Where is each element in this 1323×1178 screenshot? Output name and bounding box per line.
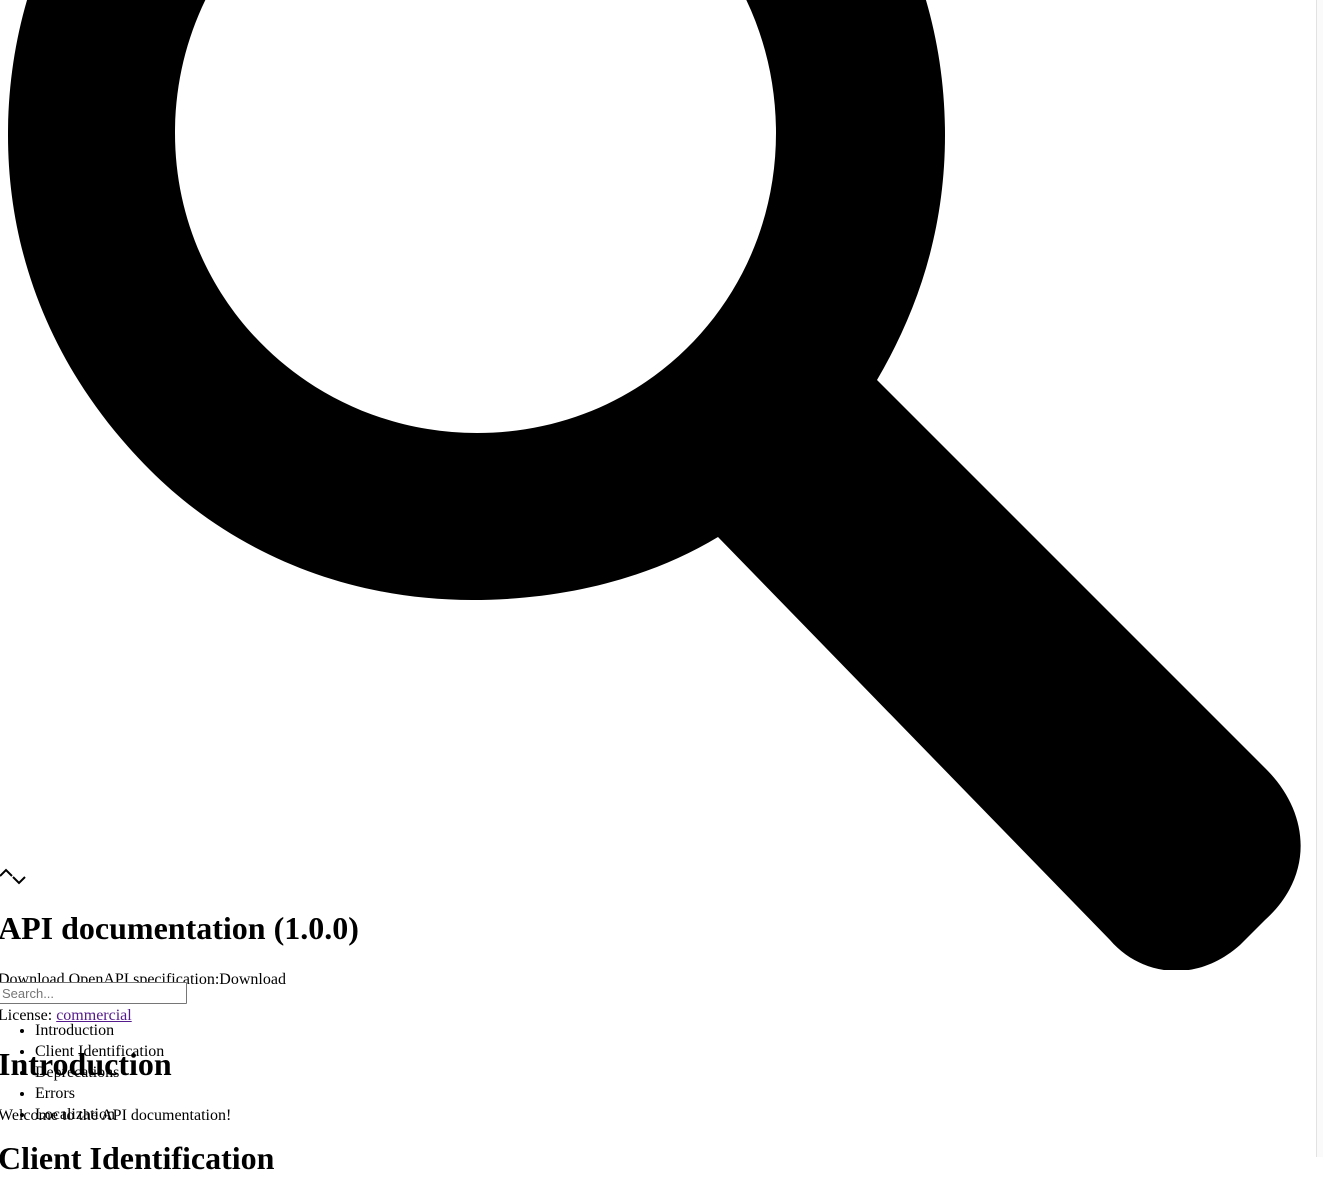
download-button[interactable]: Download bbox=[219, 971, 286, 988]
chevron-down-icon bbox=[12, 876, 26, 885]
welcome-text: Welcome to the API documentation! bbox=[0, 1107, 232, 1124]
chevron-up-icon bbox=[0, 868, 13, 877]
search-input[interactable] bbox=[0, 982, 187, 1004]
scrollbar[interactable] bbox=[1316, 0, 1323, 1157]
sidebar-item-introduction[interactable]: Introduction bbox=[35, 1020, 164, 1041]
search-icon bbox=[8, 0, 1301, 970]
page-title: API documentation (1.0.0) bbox=[0, 910, 359, 946]
client-identification-heading: Client Identification bbox=[0, 1140, 275, 1176]
introduction-heading: Introduction bbox=[0, 1046, 172, 1082]
sidebar-item-errors[interactable]: Errors bbox=[35, 1083, 164, 1104]
expand-collapse-toggle[interactable] bbox=[0, 866, 30, 888]
